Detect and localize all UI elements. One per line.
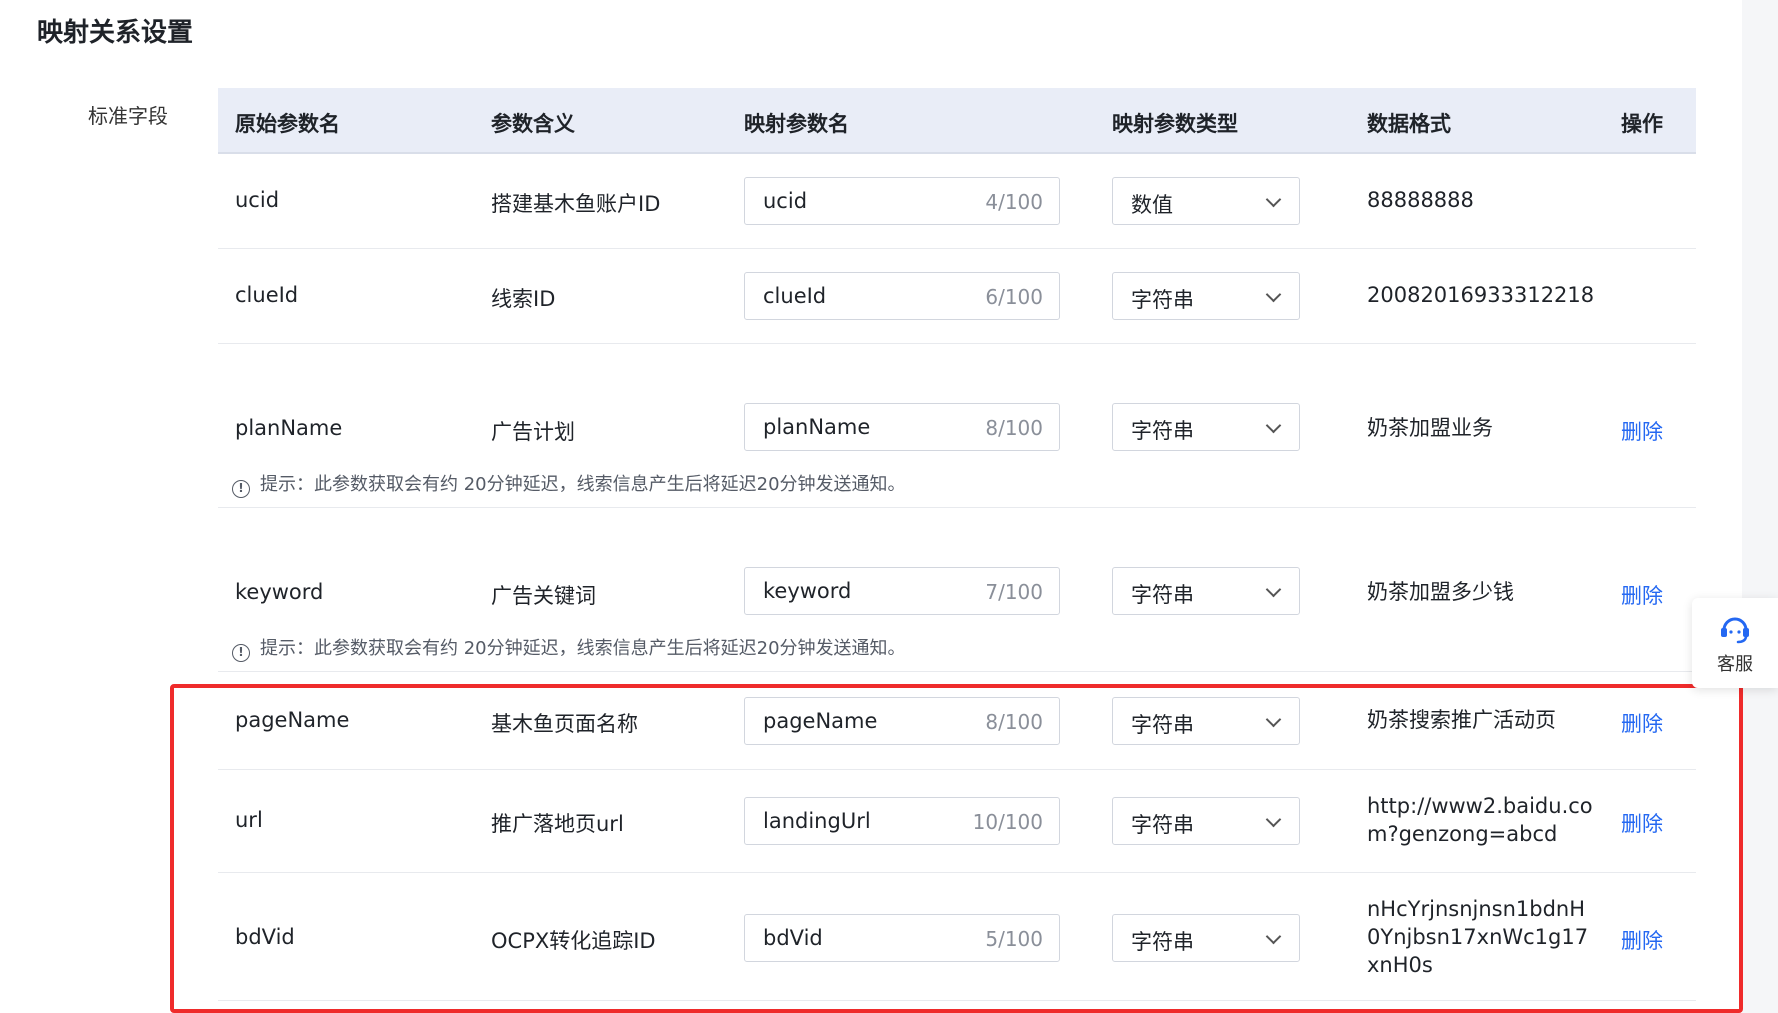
type-select-value: 字符串 xyxy=(1131,813,1194,837)
type-select-value: 字符串 xyxy=(1131,583,1194,607)
table-row: planName 广告计划 planName 8/100 字符串 奶茶加盟业务 … xyxy=(218,344,1696,508)
char-counter: 4/100 xyxy=(985,190,1043,214)
param-name: pageName xyxy=(235,708,350,732)
char-counter: 8/100 xyxy=(985,416,1043,440)
delay-hint: ! 提示：此参数获取会有约 20分钟延迟，线索信息产生后将延迟20分钟发送通知。 xyxy=(232,634,906,662)
char-counter: 8/100 xyxy=(985,710,1043,734)
type-select-value: 字符串 xyxy=(1131,288,1194,312)
type-select-value: 数值 xyxy=(1131,193,1173,217)
mapped-name-value: bdVid xyxy=(763,926,823,950)
mapping-table: 原始参数名 参数含义 映射参数名 映射参数类型 数据格式 操作 ucid 搭建基… xyxy=(218,88,1696,1001)
delete-button[interactable]: 删除 xyxy=(1621,708,1663,738)
type-select[interactable]: 字符串 xyxy=(1112,272,1300,320)
param-name: url xyxy=(235,808,263,832)
service-label: 客服 xyxy=(1717,654,1753,675)
mapped-name-value: ucid xyxy=(763,189,808,213)
mapped-name-value: pageName xyxy=(763,709,878,733)
customer-service-button[interactable]: 客服 xyxy=(1692,598,1778,688)
param-meaning: 广告关键词 xyxy=(491,584,596,608)
data-format: nHcYrjnsnjnsn1bdnH0Ynjbsn17xnWc1g17xnH0s xyxy=(1367,897,1589,977)
mapped-name-input[interactable]: keyword 7/100 xyxy=(744,567,1060,615)
type-select-value: 字符串 xyxy=(1131,930,1194,954)
table-row: ucid 搭建基木鱼账户ID ucid 4/100 数值 88888888 xyxy=(218,154,1696,249)
mapped-name-input[interactable]: planName 8/100 xyxy=(744,403,1060,451)
delete-button[interactable]: 删除 xyxy=(1621,925,1663,955)
chevron-down-icon xyxy=(1265,928,1282,945)
scrollbar-track[interactable] xyxy=(1742,0,1778,1013)
param-meaning: OCPX转化追踪ID xyxy=(491,929,656,953)
headset-icon xyxy=(1721,617,1749,644)
table-row: url 推广落地页url landingUrl 10/100 字符串 http:… xyxy=(218,770,1696,873)
type-select[interactable]: 字符串 xyxy=(1112,697,1300,745)
chevron-down-icon xyxy=(1265,286,1282,303)
mapped-name-value: clueId xyxy=(763,284,827,308)
type-select-value: 字符串 xyxy=(1131,713,1194,737)
chevron-down-icon xyxy=(1265,581,1282,598)
char-counter: 7/100 xyxy=(985,580,1043,604)
chevron-down-icon xyxy=(1265,417,1282,434)
param-name: clueId xyxy=(235,283,299,307)
chevron-down-icon xyxy=(1265,711,1282,728)
mapped-name-input[interactable]: pageName 8/100 xyxy=(744,697,1060,745)
mapped-name-input[interactable]: clueId 6/100 xyxy=(744,272,1060,320)
type-select-value: 字符串 xyxy=(1131,419,1194,443)
param-meaning: 推广落地页url xyxy=(491,812,624,836)
char-counter: 6/100 xyxy=(985,285,1043,309)
data-format: 88888888 xyxy=(1367,188,1474,212)
delete-button[interactable]: 删除 xyxy=(1621,416,1663,446)
type-select[interactable]: 字符串 xyxy=(1112,403,1300,451)
mapped-name-input[interactable]: bdVid 5/100 xyxy=(744,914,1060,962)
param-meaning: 广告计划 xyxy=(491,420,575,444)
section-label: 标准字段 xyxy=(88,104,168,128)
table-row: bdVid OCPX转化追踪ID bdVid 5/100 字符串 nHcYrjn… xyxy=(218,873,1696,1001)
col-actions: 操作 xyxy=(1621,112,1663,136)
chevron-down-icon xyxy=(1265,811,1282,828)
delete-button[interactable]: 删除 xyxy=(1621,808,1663,838)
mapped-name-value: landingUrl xyxy=(763,809,871,833)
mapped-name-input[interactable]: ucid 4/100 xyxy=(744,177,1060,225)
data-format: 奶茶加盟业务 xyxy=(1367,416,1493,440)
data-format: 奶茶搜索推广活动页 xyxy=(1367,708,1556,732)
hint-text: 提示：此参数获取会有约 20分钟延迟，线索信息产生后将延迟20分钟发送通知。 xyxy=(260,638,906,659)
mapped-name-value: planName xyxy=(763,415,871,439)
col-mapped-param: 映射参数名 xyxy=(744,112,849,136)
data-format: 奶茶加盟多少钱 xyxy=(1367,580,1514,604)
param-meaning: 基木鱼页面名称 xyxy=(491,712,638,736)
col-original-param: 原始参数名 xyxy=(235,112,340,136)
param-name: bdVid xyxy=(235,925,295,949)
chevron-down-icon xyxy=(1265,191,1282,208)
table-row: clueId 线索ID clueId 6/100 字符串 20082016933… xyxy=(218,249,1696,344)
param-name: keyword xyxy=(235,580,324,604)
param-meaning: 搭建基木鱼账户ID xyxy=(491,192,661,216)
delay-hint: ! 提示：此参数获取会有约 20分钟延迟，线索信息产生后将延迟20分钟发送通知。 xyxy=(232,470,906,498)
info-icon: ! xyxy=(232,644,250,662)
col-param-meaning: 参数含义 xyxy=(491,112,575,136)
char-counter: 5/100 xyxy=(985,927,1043,951)
type-select[interactable]: 字符串 xyxy=(1112,914,1300,962)
hint-text: 提示：此参数获取会有约 20分钟延迟，线索信息产生后将延迟20分钟发送通知。 xyxy=(260,474,906,495)
type-select[interactable]: 数值 xyxy=(1112,177,1300,225)
table-header: 原始参数名 参数含义 映射参数名 映射参数类型 数据格式 操作 xyxy=(218,88,1696,154)
table-row: keyword 广告关键词 keyword 7/100 字符串 奶茶加盟多少钱 … xyxy=(218,508,1696,672)
type-select[interactable]: 字符串 xyxy=(1112,567,1300,615)
param-name: ucid xyxy=(235,188,280,212)
table-row: pageName 基木鱼页面名称 pageName 8/100 字符串 奶茶搜索… xyxy=(218,672,1696,770)
param-name: planName xyxy=(235,416,343,440)
col-data-format: 数据格式 xyxy=(1367,112,1451,136)
char-counter: 10/100 xyxy=(972,810,1043,834)
delete-button[interactable]: 删除 xyxy=(1621,580,1663,610)
mapped-name-value: keyword xyxy=(763,579,852,603)
col-mapped-type: 映射参数类型 xyxy=(1112,112,1238,136)
type-select[interactable]: 字符串 xyxy=(1112,797,1300,845)
page-title: 映射关系设置 xyxy=(37,18,194,48)
param-meaning: 线索ID xyxy=(491,287,556,311)
data-format: http://www2.baidu.com?genzong=abcd xyxy=(1367,794,1593,846)
data-format: 20082016933312218 xyxy=(1367,283,1595,307)
mapped-name-input[interactable]: landingUrl 10/100 xyxy=(744,797,1060,845)
info-icon: ! xyxy=(232,480,250,498)
